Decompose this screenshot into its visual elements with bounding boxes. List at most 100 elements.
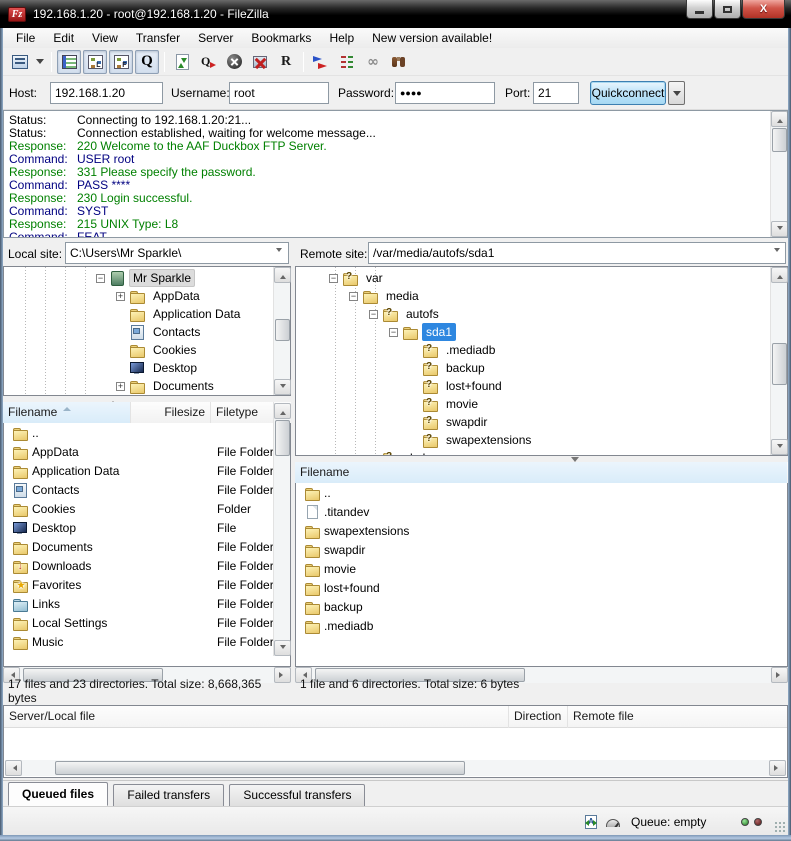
scroll-down-button[interactable] [771,221,788,237]
tree-item-movie[interactable]: ?movie [296,395,787,413]
tree-item--mediadb[interactable]: ?.mediadb [296,341,787,359]
reconnect-button[interactable] [274,50,298,74]
menu-item-bookmarks[interactable]: Bookmarks [242,29,320,47]
password-input[interactable] [395,82,495,104]
column-header-direction[interactable]: Direction [509,706,566,727]
tree-item-documents[interactable]: +Documents [4,377,290,395]
toggle-queue-button[interactable] [135,50,159,74]
username-input[interactable] [229,82,329,104]
scrollbar-thumb[interactable] [275,420,290,456]
site-manager-button[interactable] [8,50,32,74]
cancel-button[interactable] [222,50,246,74]
column-header-filesize[interactable]: Filesize [131,402,211,423]
scroll-up-button[interactable] [274,403,291,419]
scroll-left-button[interactable] [5,760,22,776]
quickconnect-button[interactable]: Quickconnect [590,81,666,105]
file-row-application-data[interactable]: Application DataFile Folder [4,461,290,480]
scrollbar-thumb[interactable] [772,343,787,385]
file-row-swapdir[interactable]: swapdir [296,540,787,559]
scroll-down-button[interactable] [274,640,291,656]
column-header-remote-file[interactable]: Remote file [568,706,786,727]
quickconnect-dropdown-button[interactable] [668,81,685,105]
tree-item-desktop[interactable]: Desktop [4,359,290,377]
column-header-filename[interactable]: Filename [295,462,787,483]
scroll-down-button[interactable] [274,379,291,395]
scroll-down-button[interactable] [771,439,788,455]
tree-item-application-data[interactable]: Application Data [4,305,290,323]
file-row-movie[interactable]: movie [296,559,787,578]
tree-item-swapextensions[interactable]: ?swapextensions [296,431,787,449]
tree-item-contacts[interactable]: Contacts [4,323,290,341]
site-manager-dropdown-button[interactable] [33,50,47,74]
toggle-local-tree-button[interactable] [83,50,107,74]
menu-item-file[interactable]: File [7,29,44,47]
tree-item-cookies[interactable]: Cookies [4,341,290,359]
search-button[interactable] [387,50,411,74]
file-row-cookies[interactable]: CookiesFolder [4,499,290,518]
expand-expander[interactable]: + [116,382,125,391]
filename-filters-button[interactable] [335,50,359,74]
synchronized-browsing-button[interactable] [361,50,385,74]
queue-horizontal-scrollbar[interactable] [5,760,786,776]
file-row-music[interactable]: MusicFile Folder [4,632,290,651]
chevron-down-icon[interactable] [276,248,282,255]
file-row-contacts[interactable]: ContactsFile Folder [4,480,290,499]
scroll-right-button[interactable] [769,760,786,776]
chevron-down-icon[interactable] [774,248,780,255]
file-row-downloads[interactable]: ↓DownloadsFile Folder [4,556,290,575]
tree-item-mr-sparkle[interactable]: −Mr Sparkle [4,269,290,287]
scroll-up-button[interactable] [771,267,788,283]
column-header-local-file[interactable]: Server/Local file [4,706,508,727]
speed-limits-icon[interactable] [606,819,620,827]
remote-tree-scrollbar[interactable] [770,267,787,455]
menu-item-edit[interactable]: Edit [44,29,83,47]
maximize-button[interactable] [714,0,741,19]
refresh-button[interactable] [170,50,194,74]
file-row--titandev[interactable]: .titandev [296,502,787,521]
file-row--[interactable]: .. [4,423,290,442]
tree-item-sda1[interactable]: −sda1 [296,323,787,341]
local-list-scrollbar[interactable] [273,403,290,656]
scrollbar-thumb[interactable] [55,761,465,775]
tree-item-downloads[interactable]: +↓Downloads [4,395,290,396]
collapse-expander[interactable]: − [96,274,105,283]
close-button[interactable]: X [742,0,785,19]
directory-comparison-button[interactable] [309,50,333,74]
tab-successful-transfers[interactable]: Successful transfers [229,784,365,807]
scrollbar-thumb[interactable] [275,319,290,341]
collapse-expander[interactable]: − [389,328,398,337]
tree-item-var[interactable]: −?var [296,269,787,287]
menu-item-help[interactable]: Help [320,29,363,47]
scroll-up-button[interactable] [771,111,788,127]
disconnect-button[interactable] [248,50,272,74]
local-tree-scrollbar[interactable] [273,267,290,395]
file-row-swapextensions[interactable]: swapextensions [296,521,787,540]
file-row-desktop[interactable]: DesktopFile [4,518,290,537]
minimize-button[interactable] [686,0,713,19]
tree-item-backup[interactable]: ?backup [296,359,787,377]
expand-expander[interactable]: + [116,292,125,301]
remote-site-combobox[interactable] [368,242,786,264]
file-row--[interactable]: .. [296,483,787,502]
menu-item-transfer[interactable]: Transfer [127,29,189,47]
tree-item-media[interactable]: −media [296,287,787,305]
column-header-filetype[interactable]: Filetype [211,402,274,423]
tree-item-lost-found[interactable]: ?lost+found [296,377,787,395]
file-row-backup[interactable]: backup [296,597,787,616]
process-queue-button[interactable] [196,50,220,74]
tree-item-swapdir[interactable]: ?swapdir [296,413,787,431]
port-input[interactable] [533,82,579,104]
resize-grip[interactable] [774,821,787,834]
scrollbar-thumb[interactable] [772,128,787,152]
tree-item-dvd[interactable]: ?dvd [296,449,787,456]
toggle-log-button[interactable] [57,50,81,74]
log-scrollbar[interactable] [770,111,787,237]
transfer-type-icon[interactable]: A [585,815,597,829]
tree-item-autofs[interactable]: −?autofs [296,305,787,323]
collapse-expander[interactable]: − [369,310,378,319]
menu-item-new-version-available[interactable]: New version available! [363,29,501,47]
scroll-up-button[interactable] [274,267,291,283]
column-header-filename[interactable]: Filename [3,402,131,423]
file-row-appdata[interactable]: AppDataFile Folder [4,442,290,461]
file-row-favorites[interactable]: ★FavoritesFile Folder [4,575,290,594]
